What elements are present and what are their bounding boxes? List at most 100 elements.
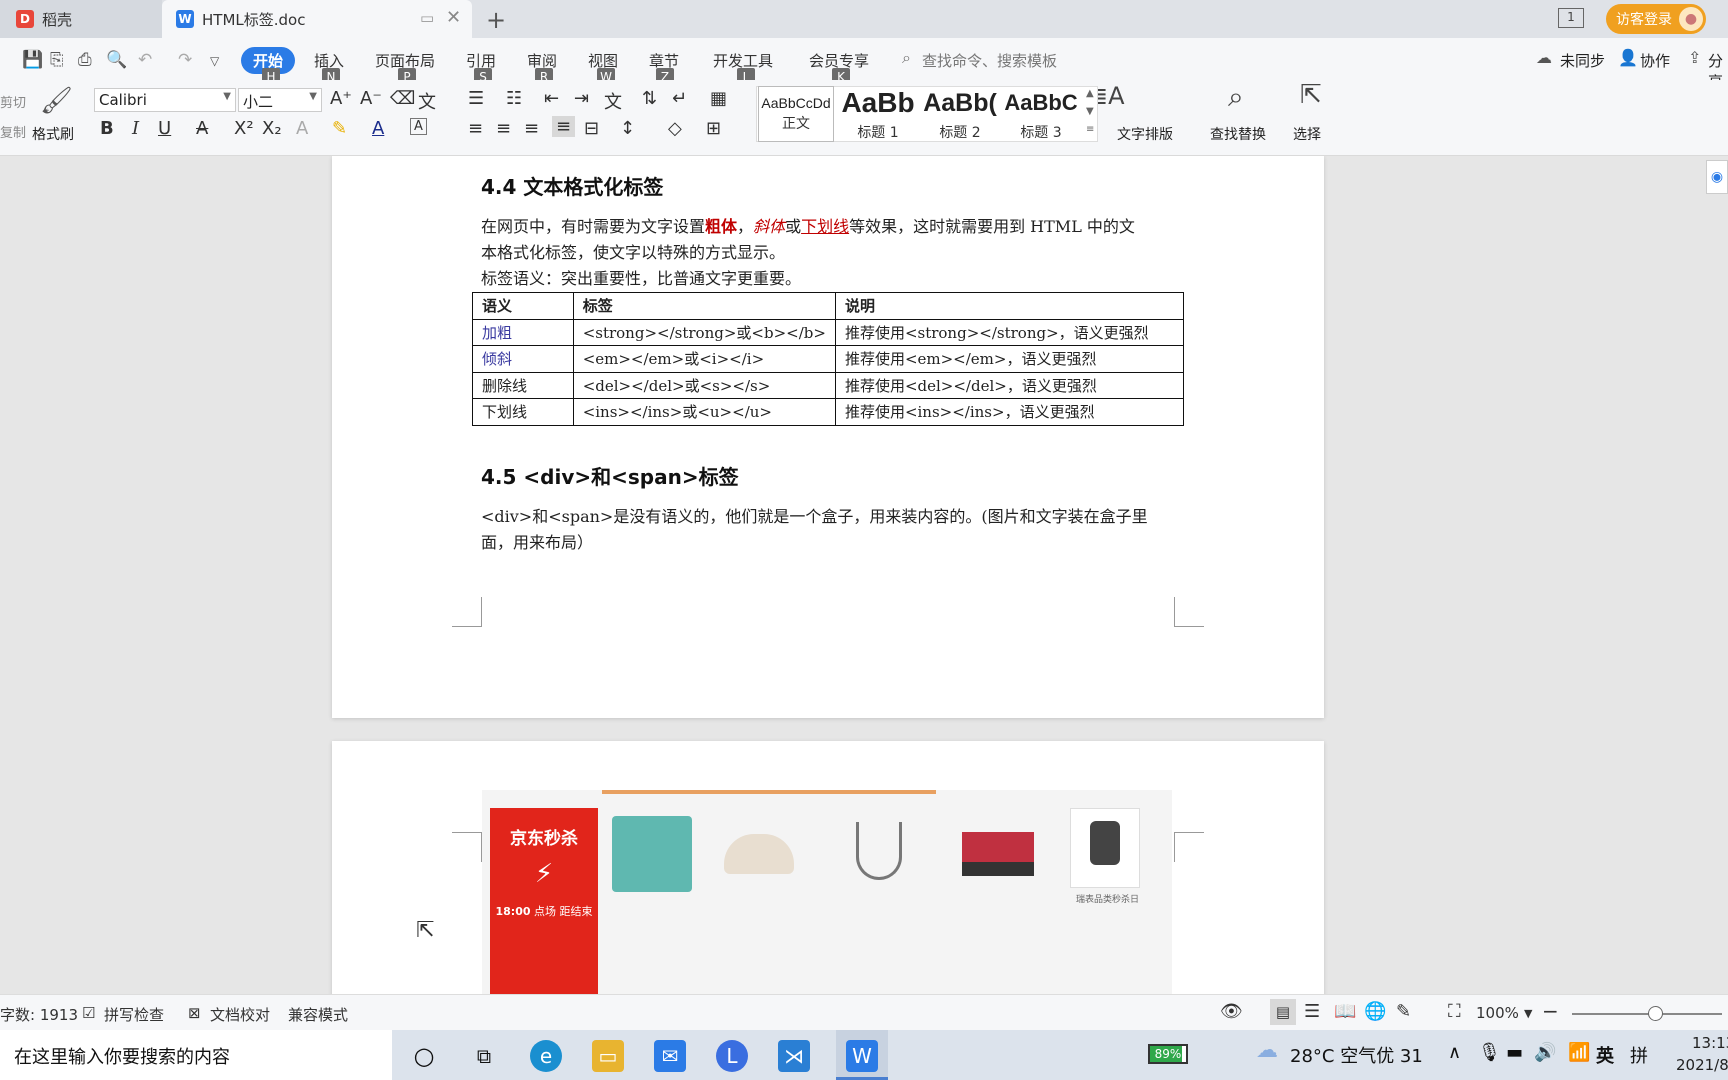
highlight-icon[interactable]: ✎: [332, 118, 347, 139]
font-size-select[interactable]: 小二 ▼: [238, 88, 322, 112]
bold-icon[interactable]: B: [100, 118, 114, 139]
decrease-indent-icon[interactable]: ⇤: [544, 88, 559, 109]
save-icon[interactable]: 💾: [22, 50, 43, 70]
text-effect-icon[interactable]: A: [296, 118, 308, 139]
doc-proof-button[interactable]: 文档校对: [210, 1004, 270, 1025]
line-spacing-icon[interactable]: ↕: [620, 118, 635, 139]
zoom-out-icon[interactable]: −: [1542, 999, 1559, 1023]
file-explorer-icon[interactable]: ▭: [592, 1040, 624, 1072]
align-right-icon[interactable]: ≡: [524, 118, 539, 139]
mail-icon[interactable]: ✉: [654, 1040, 686, 1072]
sync-status[interactable]: 未同步: [1560, 50, 1605, 71]
chinese-layout-icon[interactable]: 文: [604, 88, 622, 114]
phonetic-guide-icon[interactable]: 文: [418, 88, 436, 114]
align-left-icon[interactable]: ≡: [468, 118, 483, 139]
eye-protect-icon[interactable]: 👁: [1220, 1001, 1243, 1022]
vscode-icon[interactable]: ⋊: [778, 1040, 810, 1072]
strikethrough-icon[interactable]: A: [196, 118, 208, 139]
web-view-icon[interactable]: 🌐: [1364, 1001, 1386, 1022]
superscript-icon[interactable]: X²: [234, 118, 254, 139]
subscript-icon[interactable]: X₂: [262, 118, 282, 139]
edge-icon[interactable]: e: [530, 1040, 562, 1072]
print-preview-icon[interactable]: 🔍: [106, 50, 127, 70]
command-search-input[interactable]: 查找命令、搜索模板: [922, 50, 1057, 71]
format-painter-button[interactable]: 格式刷: [32, 124, 74, 144]
text-layout-button[interactable]: 文字排版: [1117, 124, 1173, 144]
style-heading-2[interactable]: AaBb( 标题 2: [920, 86, 1000, 142]
spell-check-button[interactable]: 拼写检查: [104, 1004, 164, 1025]
font-color-icon[interactable]: A: [372, 118, 384, 139]
cut-button[interactable]: 剪切: [0, 92, 26, 111]
find-replace-button[interactable]: 查找替换: [1210, 124, 1266, 144]
lark-icon[interactable]: L: [716, 1040, 748, 1072]
sort-icon[interactable]: ⇅: [642, 88, 657, 109]
tab-float-icon[interactable]: ▭: [420, 9, 434, 27]
print-icon[interactable]: ⎙: [78, 50, 92, 70]
template-icon[interactable]: ⎘: [50, 50, 64, 70]
align-center-icon[interactable]: ≡: [496, 118, 511, 139]
task-view-icon[interactable]: ⧉: [468, 1040, 500, 1072]
clock-time[interactable]: 13:13: [1692, 1034, 1728, 1052]
ime-language[interactable]: 英: [1596, 1042, 1614, 1068]
zoom-slider-track[interactable]: [1572, 1013, 1722, 1015]
style-more-icon[interactable]: ≡: [1086, 124, 1094, 135]
style-scroll-down-icon[interactable]: ▼: [1086, 106, 1094, 117]
numbered-list-icon[interactable]: ☷: [506, 88, 522, 109]
distribute-icon[interactable]: ⊟: [584, 118, 599, 139]
weather-text[interactable]: 28°C 空气优 31: [1290, 1042, 1423, 1068]
battery-tray-icon[interactable]: ▬: [1506, 1042, 1523, 1063]
underline-icon[interactable]: U: [158, 118, 171, 139]
undo-icon[interactable]: ↶: [138, 50, 152, 70]
location-pin-icon[interactable]: ◉: [1706, 160, 1728, 194]
taskbar-search-input[interactable]: 在这里输入你要搜索的内容: [0, 1030, 392, 1080]
copy-button[interactable]: 复制: [0, 122, 26, 141]
select-button[interactable]: 选择: [1293, 124, 1321, 144]
write-view-icon[interactable]: ✎: [1396, 1001, 1411, 1022]
tab-close-icon[interactable]: ✕: [446, 7, 461, 28]
ime-mode[interactable]: 拼: [1630, 1042, 1648, 1068]
wifi-icon[interactable]: 📶: [1568, 1042, 1590, 1063]
style-heading-3[interactable]: AaBbC 标题 3: [1002, 86, 1080, 142]
chevron-up-icon[interactable]: ∧: [1448, 1042, 1461, 1063]
italic-icon[interactable]: I: [132, 118, 139, 139]
jd-seckill-image[interactable]: 京东秒杀 ⚡ 18:00 点场 距结束 瑞表品类秒杀日: [482, 790, 1172, 994]
shrink-font-icon[interactable]: A⁻: [360, 88, 382, 109]
new-tab-icon[interactable]: +: [486, 6, 506, 34]
style-scroll-up-icon[interactable]: ▲: [1086, 88, 1094, 99]
style-normal[interactable]: AaBbCcDd 正文: [758, 86, 834, 142]
quick-access-dropdown-icon[interactable]: ▽: [210, 54, 219, 68]
redo-icon[interactable]: ↷: [178, 50, 192, 70]
char-border-icon[interactable]: A: [410, 118, 427, 135]
increase-indent-icon[interactable]: ⇥: [574, 88, 589, 109]
zoom-level[interactable]: 100%: [1476, 1004, 1519, 1022]
shading-icon[interactable]: ◇: [668, 118, 682, 139]
microphone-icon[interactable]: 🎙: [1478, 1042, 1501, 1063]
zoom-slider-thumb[interactable]: [1648, 1006, 1663, 1021]
collab-button[interactable]: 协作: [1640, 50, 1670, 71]
style-heading-1[interactable]: AaBb 标题 1: [838, 86, 918, 142]
reading-view-icon[interactable]: 📖: [1334, 1001, 1356, 1022]
volume-icon[interactable]: 🔊: [1534, 1042, 1556, 1063]
font-name-select[interactable]: Calibri ▼: [94, 88, 236, 112]
taskbar-active-app[interactable]: W: [836, 1030, 888, 1080]
outline-view-icon[interactable]: ☰: [1304, 1001, 1320, 1022]
fit-page-icon[interactable]: ⛶: [1448, 1001, 1461, 1022]
chevron-down-icon[interactable]: ▼: [1524, 1007, 1532, 1020]
battery-icon[interactable]: 89%: [1148, 1044, 1188, 1064]
page-indicator[interactable]: 1: [1558, 8, 1584, 28]
justify-icon[interactable]: ≡: [552, 116, 576, 137]
word-count[interactable]: 字数: 1913: [0, 1004, 78, 1025]
product-laptop-icon: [962, 832, 1034, 876]
show-marks-icon[interactable]: ↵: [672, 88, 687, 109]
borders-icon[interactable]: ⊞: [706, 118, 721, 139]
tab-docer[interactable]: D 稻壳: [0, 0, 162, 38]
bullet-list-icon[interactable]: ☰: [468, 88, 484, 109]
table-tools-icon[interactable]: ▦: [710, 88, 727, 109]
tab-document[interactable]: W HTML标签.doc ▭ ✕: [162, 0, 472, 38]
visitor-login-button[interactable]: 访客登录 ●: [1606, 4, 1706, 34]
clock-date[interactable]: 2021/8/: [1676, 1056, 1728, 1074]
clear-format-icon[interactable]: ⌫: [390, 88, 415, 109]
grow-font-icon[interactable]: A⁺: [330, 88, 352, 109]
cortana-icon[interactable]: ○: [408, 1040, 440, 1072]
page-view-icon[interactable]: ▤: [1270, 999, 1296, 1025]
